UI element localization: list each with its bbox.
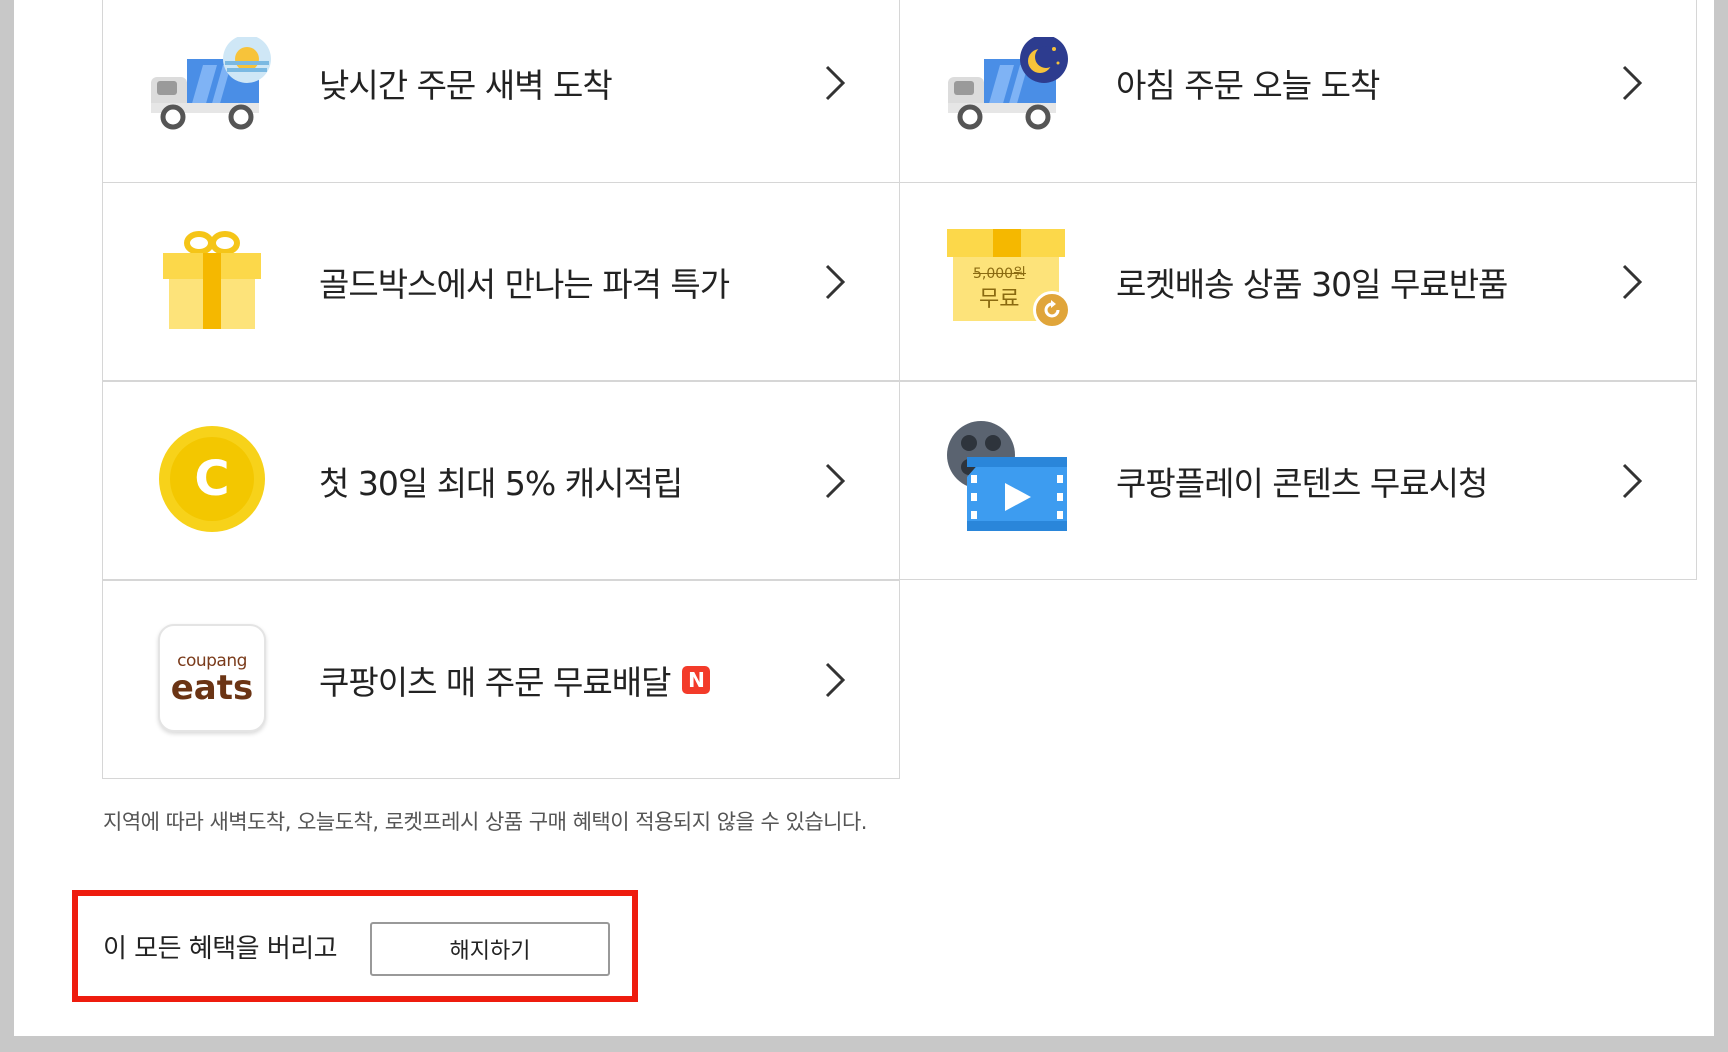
benefit-cashback[interactable]: C 첫 30일 최대 5% 캐시적립: [102, 381, 900, 580]
region-notice: 지역에 따라 새벽도착, 오늘도착, 로켓프레시 상품 구매 혜택이 적용되지 …: [103, 810, 867, 834]
benefit-label: 쿠팡이츠 매 주문 무료배달: [319, 662, 671, 702]
new-badge: N: [682, 665, 711, 694]
chevron-right-icon: [825, 65, 846, 101]
truck-moon-icon: [944, 22, 1074, 152]
page: 낮시간 주문 새벽 도착 아침 주문 오늘 도착 골드박스에서 만나는 파격 특…: [14, 0, 1714, 1036]
chevron-right-icon: [825, 463, 846, 498]
benefit-goldbox[interactable]: 골드박스에서 만나는 파격 특가: [102, 182, 900, 381]
return-arrow-icon: [1033, 291, 1071, 329]
benefit-coupang-play[interactable]: 쿠팡플레이 콘텐츠 무료시청: [899, 381, 1697, 580]
benefit-label-row: 쿠팡이츠 매 주문 무료배달 N: [319, 581, 711, 778]
cash-coin-icon: C: [147, 414, 277, 544]
benefit-label: 쿠팡플레이 콘텐츠 무료시청: [1116, 463, 1488, 503]
chevron-right-icon: [825, 662, 846, 697]
chevron-right-icon: [825, 264, 846, 299]
video-play-icon: [944, 414, 1074, 544]
benefit-free-return[interactable]: 5,000원 무료 로켓배송 상품 30일 무료반품: [899, 182, 1697, 381]
benefit-label: 로켓배송 상품 30일 무료반품: [1116, 264, 1508, 304]
benefit-coupang-eats[interactable]: coupang eats 쿠팡이츠 매 주문 무료배달 N: [102, 580, 900, 779]
benefit-today-delivery[interactable]: 아침 주문 오늘 도착: [899, 0, 1697, 183]
original-price-text: 5,000원: [973, 266, 1026, 282]
coupang-eats-icon: coupang eats: [147, 613, 277, 743]
benefit-label: 아침 주문 오늘 도착: [1116, 66, 1380, 105]
benefit-label: 첫 30일 최대 5% 캐시적립: [319, 463, 683, 503]
free-return-box-icon: 5,000원 무료: [944, 215, 1074, 345]
benefit-label: 골드박스에서 만나는 파격 특가: [319, 264, 730, 304]
free-text: 무료: [979, 287, 1020, 312]
benefit-label: 낮시간 주문 새벽 도착: [319, 66, 613, 105]
cancel-prompt-text: 이 모든 혜택을 버리고: [103, 934, 338, 964]
eats-logo-text: eats: [170, 668, 254, 708]
coin-letter: C: [194, 451, 230, 507]
cancel-membership-button[interactable]: 해지하기: [370, 922, 610, 976]
benefit-dawn-delivery[interactable]: 낮시간 주문 새벽 도착: [102, 0, 900, 183]
chevron-right-icon: [1622, 264, 1643, 299]
truck-sunrise-icon: [147, 22, 277, 152]
gift-box-icon: [147, 215, 277, 345]
chevron-right-icon: [1622, 463, 1643, 498]
chevron-right-icon: [1622, 65, 1643, 101]
